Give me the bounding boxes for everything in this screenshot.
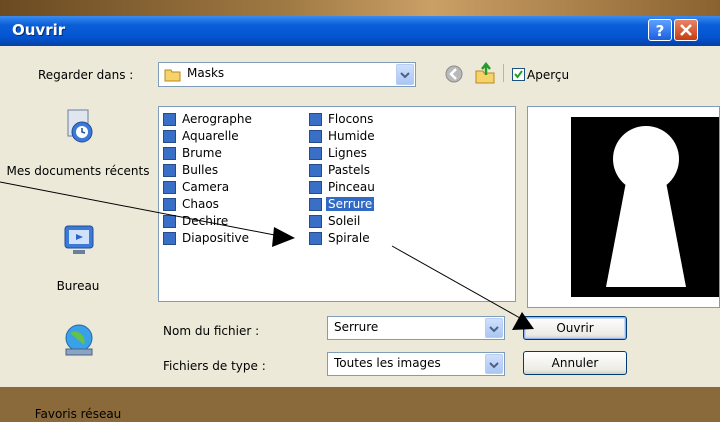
place-recent-documents[interactable]: Mes documents récents [5, 72, 151, 178]
file-icon [309, 130, 322, 143]
place-desktop[interactable]: Bureau [5, 172, 151, 293]
cancel-button[interactable]: Annuler [523, 351, 627, 375]
filetype-value: Toutes les images [334, 356, 441, 370]
chevron-down-icon [489, 326, 499, 333]
preview-checkbox[interactable] [512, 68, 525, 81]
filename-label: Nom du fichier : [163, 324, 260, 338]
look-in-dropdown[interactable] [396, 64, 414, 85]
filename-value: Serrure [334, 320, 379, 334]
chevron-down-icon [489, 362, 499, 369]
filetype-combo[interactable]: Toutes les images [327, 352, 505, 376]
file-icon [163, 164, 176, 177]
back-arrow-icon [445, 65, 463, 83]
help-icon: ? [656, 22, 665, 40]
back-button[interactable] [444, 64, 464, 84]
file-icon [309, 215, 322, 228]
file-icon [163, 113, 176, 126]
title-bar[interactable]: Ouvrir ? [0, 16, 720, 46]
place-label: Favoris réseau [34, 407, 122, 421]
checkmark-icon [514, 70, 523, 79]
close-icon [680, 24, 692, 36]
file-icon [309, 198, 322, 211]
file-icon [163, 198, 176, 211]
file-icon [163, 181, 176, 194]
up-folder-button[interactable] [474, 61, 498, 85]
svg-text:?: ? [656, 22, 665, 40]
folder-icon [164, 69, 181, 82]
help-button[interactable]: ? [648, 19, 672, 41]
filename-combo[interactable]: Serrure [327, 316, 505, 340]
keyhole-mask-preview [571, 117, 719, 297]
file-icon [163, 232, 176, 245]
preview-pane [527, 106, 720, 308]
filetype-label: Fichiers de type : [163, 359, 266, 373]
network-places-icon [65, 324, 93, 356]
dialog-title: Ouvrir [12, 21, 66, 39]
recent-documents-icon [67, 109, 93, 143]
desktop-icon [64, 225, 94, 254]
look-in-combo[interactable]: Masks [158, 62, 416, 87]
file-icon [163, 147, 176, 160]
up-folder-icon [475, 61, 495, 84]
close-button[interactable] [674, 19, 698, 41]
places-bar: Mes documents récents Bureau Favoris rés… [5, 72, 151, 421]
filetype-dropdown[interactable] [485, 354, 503, 374]
place-network[interactable]: Favoris réseau [5, 272, 151, 421]
file-icon [309, 181, 322, 194]
toolbar-separator [503, 64, 504, 82]
file-icon [309, 147, 322, 160]
background-photo-strip [0, 0, 720, 16]
file-icon [163, 130, 176, 143]
file-list[interactable]: Aerographe Aquarelle Brume Bulles Camera… [158, 106, 516, 302]
file-icon [163, 215, 176, 228]
file-icon [309, 113, 322, 126]
open-dialog: Ouvrir ? Regarder dans : Masks Aperçu Me… [0, 16, 720, 421]
open-button[interactable]: Ouvrir [523, 316, 627, 340]
look-in-value: Masks [187, 66, 225, 80]
preview-label: Aperçu [527, 68, 570, 82]
file-icon [309, 164, 322, 177]
filename-dropdown[interactable] [485, 318, 503, 338]
chevron-down-icon [400, 72, 410, 79]
file-icon [309, 232, 322, 245]
